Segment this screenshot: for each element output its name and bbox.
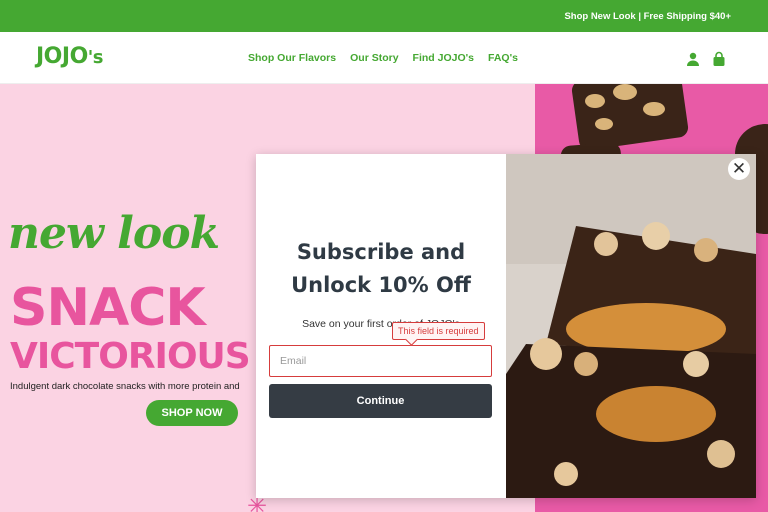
hero-headline-new-look: new look (8, 208, 220, 259)
modal-title-line-1: Subscribe and (296, 240, 466, 264)
subscribe-modal: Subscribe and Unlock 10% Off Save on you… (256, 154, 756, 498)
continue-button[interactable]: Continue (269, 384, 492, 418)
email-input[interactable] (269, 345, 492, 377)
nav-our-story[interactable]: Our Story (350, 52, 398, 64)
hero-headline-snack: SNACK (10, 278, 206, 338)
logo-suffix: 's (87, 47, 104, 68)
announcement-text[interactable]: Shop New Look | Free Shipping $40+ (564, 11, 731, 22)
cart-icon[interactable] (711, 51, 727, 67)
site-header: JOJO's Shop Our Flavors Our Story Find J… (0, 32, 768, 84)
nav-shop-flavors[interactable]: Shop Our Flavors (248, 52, 336, 64)
nav-find-jojos[interactable]: Find JOJO's (413, 52, 474, 64)
announcement-bar: Shop New Look | Free Shipping $40+ (0, 0, 768, 32)
shop-now-button[interactable]: SHOP NOW (146, 400, 238, 426)
nav-faqs[interactable]: FAQ's (488, 52, 518, 64)
validation-tooltip: This field is required (392, 322, 485, 340)
main-nav: Shop Our Flavors Our Story Find JOJO's F… (248, 52, 518, 64)
hero-subtext: Indulgent dark chocolate snacks with mor… (10, 381, 240, 392)
logo-text: JOJO (36, 44, 88, 69)
modal-form-panel: Subscribe and Unlock 10% Off Save on you… (256, 154, 506, 498)
hero-headline-victorious: VICTORIOUS (10, 336, 251, 377)
account-icon[interactable] (685, 51, 701, 67)
modal-title-line-2: Unlock 10% Off (291, 273, 471, 297)
modal-product-photo (506, 154, 756, 498)
close-icon[interactable]: ✕ (728, 158, 750, 180)
logo[interactable]: JOJO's (36, 44, 104, 69)
